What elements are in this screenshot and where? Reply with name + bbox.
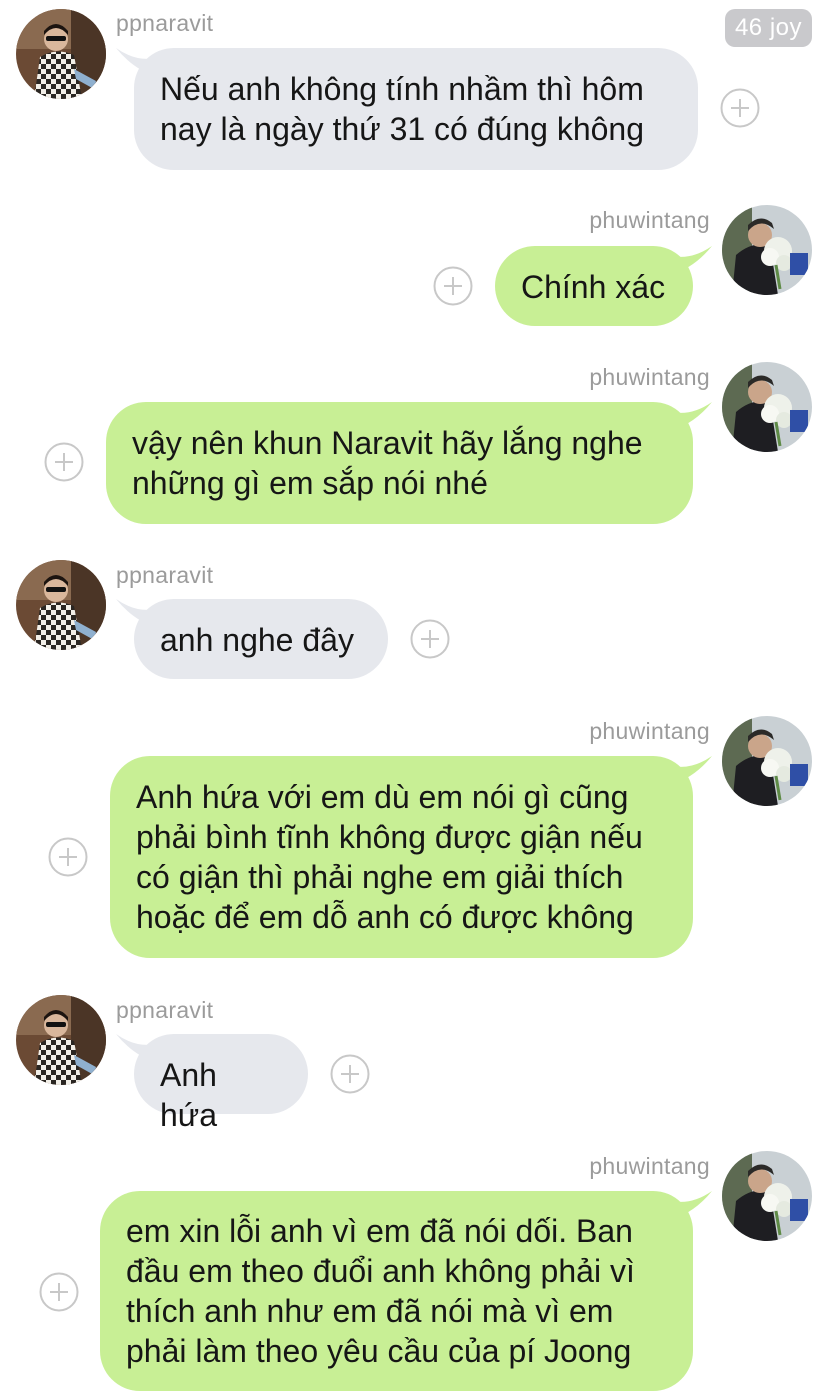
message-line: nay là ngày thứ 31 có đúng không (160, 111, 644, 147)
message-line: phải bình tĩnh không được giận nếu (136, 819, 643, 855)
message-bubble[interactable]: anh nghe đây (134, 599, 388, 679)
plus-circle-icon[interactable] (330, 1054, 370, 1094)
avatar[interactable] (722, 716, 812, 806)
message-line: hoặc để em dỗ anh có được không (136, 899, 634, 935)
message-line: vậy nên khun Naravit hãy lắng nghe (132, 425, 643, 461)
message-line: đầu em theo đuổi anh không phải vì (126, 1253, 635, 1289)
message-line: những gì em sắp nói nhé (132, 465, 488, 501)
message-bubble[interactable]: Anh hứa (134, 1034, 308, 1133)
message-bubble[interactable]: vậy nên khun Naravit hãy lắng nghe những… (106, 402, 693, 524)
message-line: phải làm theo yêu cầu của pí Joong (126, 1333, 632, 1369)
plus-circle-icon[interactable] (410, 619, 450, 659)
plus-circle-icon[interactable] (48, 837, 88, 877)
avatar-ppnaravit (16, 9, 106, 99)
sender-name: ppnaravit (116, 562, 214, 588)
message-bubble[interactable]: Anh hứa với em dù em nói gì cũng phải bì… (110, 756, 693, 958)
reaction-count-badge: 46 joy (724, 9, 812, 47)
avatar-ppnaravit (16, 995, 106, 1085)
sender-name: phuwintang (589, 364, 710, 390)
message-line: thích anh như em đã nói mà vì em (126, 1293, 614, 1329)
plus-circle-icon[interactable] (433, 266, 473, 306)
avatar-phuwintang (722, 716, 812, 806)
message-line: Anh hứa (160, 1057, 218, 1133)
message-bubble[interactable]: Nếu anh không tính nhầm thì hôm nay là n… (134, 48, 698, 170)
sender-name: phuwintang (589, 718, 710, 744)
avatar[interactable] (722, 205, 812, 295)
sender-name: phuwintang (589, 207, 710, 233)
plus-circle-icon[interactable] (44, 442, 84, 482)
avatar-phuwintang (722, 362, 812, 452)
avatar-phuwintang (722, 1151, 812, 1241)
avatar[interactable] (16, 9, 106, 99)
message-line: Chính xác (521, 269, 666, 305)
plus-circle-icon[interactable] (720, 88, 760, 128)
message-line: Anh hứa với em dù em nói gì cũng (136, 779, 629, 815)
avatar-ppnaravit (16, 560, 106, 650)
avatar-phuwintang (722, 205, 812, 295)
sender-name: ppnaravit (116, 997, 214, 1023)
avatar[interactable] (722, 1151, 812, 1241)
message-line: em xin lỗi anh vì em đã nói dối. Ban (126, 1213, 633, 1249)
message-line: có giận thì phải nghe em giải thích (136, 859, 624, 895)
sender-name: phuwintang (589, 1153, 710, 1179)
sender-name: ppnaravit (116, 10, 214, 36)
avatar[interactable] (16, 560, 106, 650)
message-bubble[interactable]: em xin lỗi anh vì em đã nói dối. Ban đầu… (100, 1191, 693, 1391)
message-bubble[interactable]: Chính xác (495, 246, 693, 326)
avatar[interactable] (722, 362, 812, 452)
message-line: anh nghe đây (160, 622, 354, 658)
message-line: Nếu anh không tính nhầm thì hôm (160, 71, 644, 107)
plus-circle-icon[interactable] (39, 1272, 79, 1312)
avatar[interactable] (16, 995, 106, 1085)
